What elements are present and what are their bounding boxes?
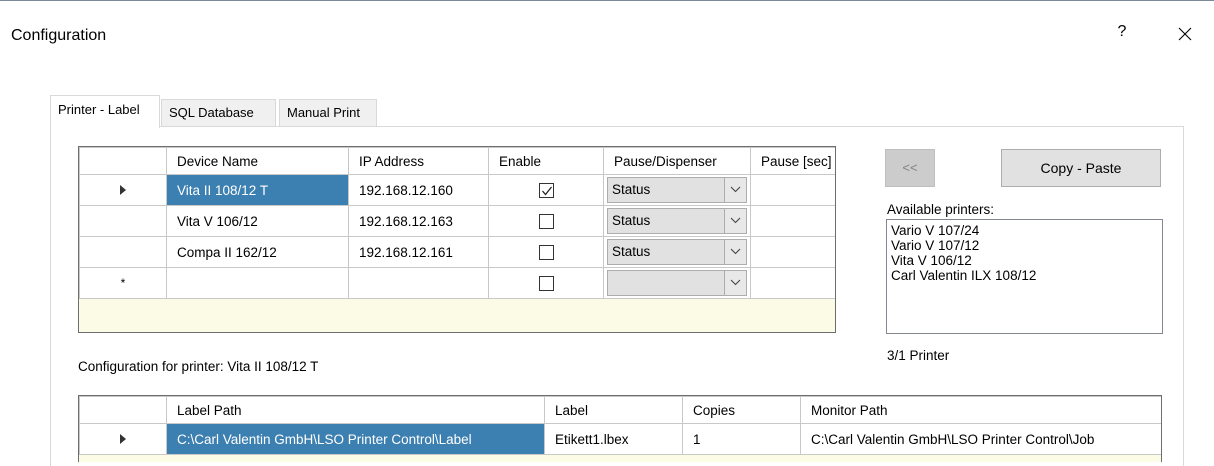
available-printers-label: Available printers: xyxy=(887,202,995,217)
corner-header xyxy=(79,147,167,175)
list-item[interactable]: Vario V 107/24 xyxy=(891,223,1162,238)
config-for-printer-label: Configuration for printer: Vita II 108/1… xyxy=(78,359,319,374)
ip-address-cell[interactable]: 192.168.12.161 xyxy=(348,236,489,268)
enable-cell xyxy=(488,205,604,237)
checkmark-icon xyxy=(541,186,552,196)
pause-dispenser-select[interactable] xyxy=(607,270,747,296)
pause-dispenser-cell: Status xyxy=(603,174,751,206)
ip-address-cell[interactable] xyxy=(348,267,489,299)
window-title: Configuration xyxy=(11,27,107,44)
label-table: Label Path Label Copies Monitor Path C:\… xyxy=(79,396,1161,455)
row-header[interactable] xyxy=(79,423,167,455)
column-header-copies[interactable]: Copies xyxy=(682,396,801,424)
pause-dispenser-cell: Status xyxy=(603,236,751,268)
copies-cell[interactable]: 1 xyxy=(682,423,801,455)
pause-dispenser-value: Status xyxy=(612,213,651,228)
pause-dispenser-select[interactable]: Status xyxy=(607,208,747,234)
header-row: Label Path Label Copies Monitor Path xyxy=(79,396,1161,424)
enable-checkbox[interactable] xyxy=(538,182,554,198)
dropdown-button[interactable] xyxy=(724,240,746,264)
device-name-cell[interactable]: Vita II 108/12 T xyxy=(166,174,349,206)
enable-checkbox[interactable] xyxy=(538,275,554,291)
header-row: Device Name IP Address Enable Pause/Disp… xyxy=(79,147,835,175)
monitor-path-cell[interactable]: C:\Carl Valentin GmbH\LSO Printer Contro… xyxy=(800,423,1161,455)
pause-dispenser-value: Status xyxy=(612,182,651,197)
pause-dispenser-select[interactable]: Status xyxy=(607,239,747,265)
column-header-monitor-path[interactable]: Monitor Path xyxy=(800,396,1161,424)
ip-address-cell[interactable]: 192.168.12.160 xyxy=(348,174,489,206)
label-grid: Label Path Label Copies Monitor Path C:\… xyxy=(78,395,1162,462)
table-row[interactable]: Vita V 106/12 192.168.12.163 Status xyxy=(79,205,835,237)
title-bar: Configuration ? xyxy=(0,1,1214,44)
pause-sec-cell[interactable] xyxy=(750,205,835,237)
pause-dispenser-cell xyxy=(603,267,751,299)
row-header[interactable] xyxy=(79,205,167,237)
label-path-cell[interactable]: C:\Carl Valentin GmbH\LSO Printer Contro… xyxy=(166,423,545,455)
pause-sec-cell[interactable] xyxy=(750,267,835,299)
list-item[interactable]: Vita V 106/12 xyxy=(891,253,1162,268)
pause-dispenser-cell: Status xyxy=(603,205,751,237)
corner-header xyxy=(79,396,167,424)
column-header-label-path[interactable]: Label Path xyxy=(166,396,545,424)
tab-sql-database[interactable]: SQL Database xyxy=(161,99,276,127)
dropdown-button[interactable] xyxy=(724,178,746,202)
pause-dispenser-select[interactable]: Status xyxy=(607,177,747,203)
chevron-down-icon xyxy=(730,217,741,224)
device-name-cell[interactable]: Vita V 106/12 xyxy=(166,205,349,237)
list-item[interactable]: Carl Valentin ILX 108/12 xyxy=(891,268,1162,283)
row-header[interactable] xyxy=(79,236,167,268)
copy-paste-button[interactable]: Copy - Paste xyxy=(1001,149,1161,187)
current-row-arrow-icon xyxy=(120,184,126,195)
printer-grid: Device Name IP Address Enable Pause/Disp… xyxy=(78,146,836,333)
available-printers-list[interactable]: Vario V 107/24 Vario V 107/12 Vita V 106… xyxy=(886,219,1163,334)
dropdown-button[interactable] xyxy=(724,209,746,233)
column-header-device-name[interactable]: Device Name xyxy=(166,147,349,175)
table-row[interactable]: Vita II 108/12 T 192.168.12.160 Status xyxy=(79,174,835,206)
pause-dispenser-value: Status xyxy=(612,244,651,259)
new-row-marker[interactable]: * xyxy=(79,267,167,299)
current-row-arrow-icon xyxy=(120,433,126,444)
close-icon xyxy=(1178,27,1192,41)
help-button[interactable]: ? xyxy=(1110,23,1134,45)
chevron-down-icon xyxy=(730,186,741,193)
device-name-cell[interactable] xyxy=(166,267,349,299)
column-header-pause-sec[interactable]: Pause [sec] xyxy=(750,147,835,175)
column-header-enable[interactable]: Enable xyxy=(488,147,604,175)
ip-address-cell[interactable]: 192.168.12.163 xyxy=(348,205,489,237)
chevron-down-icon xyxy=(730,248,741,255)
configuration-dialog: Configuration ? Printer - Label SQL Data… xyxy=(0,0,1214,466)
list-item[interactable]: Vario V 107/12 xyxy=(891,238,1162,253)
enable-cell xyxy=(488,267,604,299)
close-button[interactable] xyxy=(1168,15,1202,55)
move-back-button[interactable]: << xyxy=(885,149,935,187)
enable-cell xyxy=(488,236,604,268)
printer-count-label: 3/1 Printer xyxy=(887,348,950,363)
row-header[interactable] xyxy=(79,174,167,206)
column-header-ip-address[interactable]: IP Address xyxy=(348,147,489,175)
column-header-pause-dispenser[interactable]: Pause/Dispenser xyxy=(603,147,751,175)
enable-cell xyxy=(488,174,604,206)
dropdown-button[interactable] xyxy=(724,271,746,295)
chevron-down-icon xyxy=(730,279,741,286)
table-row[interactable]: Compa II 162/12 192.168.12.161 Status xyxy=(79,236,835,268)
column-header-label[interactable]: Label xyxy=(544,396,683,424)
new-row[interactable]: * xyxy=(79,267,835,299)
enable-checkbox[interactable] xyxy=(538,244,554,260)
enable-checkbox[interactable] xyxy=(538,213,554,229)
label-cell[interactable]: Etikett1.lbex xyxy=(544,423,683,455)
table-row[interactable]: C:\Carl Valentin GmbH\LSO Printer Contro… xyxy=(79,423,1161,455)
device-name-cell[interactable]: Compa II 162/12 xyxy=(166,236,349,268)
pause-sec-cell[interactable] xyxy=(750,174,835,206)
printer-table: Device Name IP Address Enable Pause/Disp… xyxy=(79,147,835,299)
tab-printer-label[interactable]: Printer - Label xyxy=(50,95,160,128)
tab-manual-print[interactable]: Manual Print xyxy=(279,99,377,127)
pause-sec-cell[interactable] xyxy=(750,236,835,268)
